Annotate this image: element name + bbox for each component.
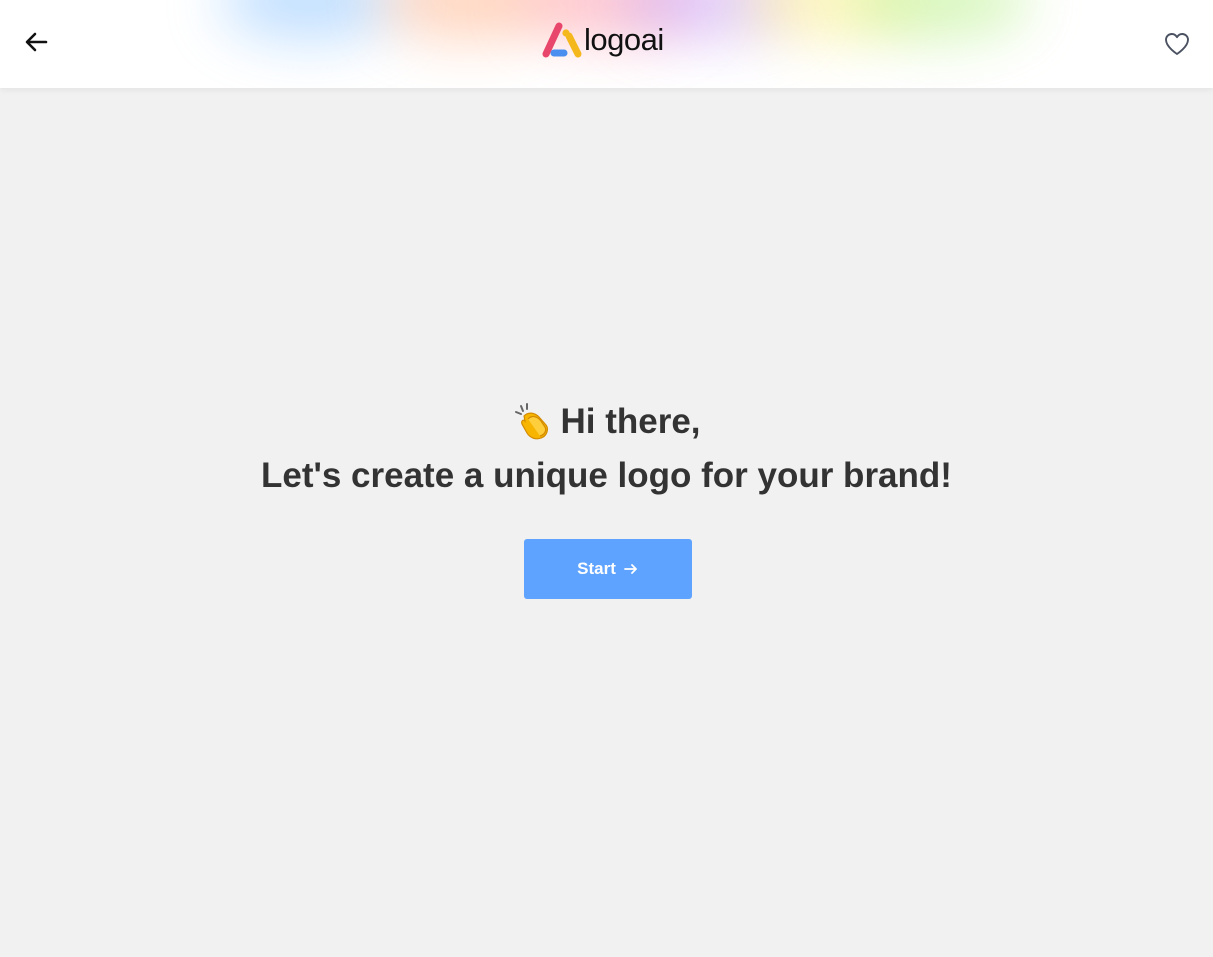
logo-wordmark: logoai: [584, 22, 664, 57]
start-button[interactable]: Start: [524, 539, 692, 599]
decorative-glow-blue: [220, 0, 400, 40]
heart-outline-icon: [1165, 33, 1189, 55]
favorites-button[interactable]: [1163, 30, 1191, 58]
arrow-left-icon: [25, 32, 48, 52]
greeting-line: Hi there,: [0, 396, 1213, 448]
arrow-right-icon: [623, 564, 637, 574]
logo[interactable]: logoai: [542, 20, 664, 60]
logo-mark-icon: [542, 22, 582, 58]
top-bar: logoai: [0, 0, 1213, 88]
headline: Let's create a unique logo for your bran…: [261, 456, 952, 495]
back-button[interactable]: [22, 28, 50, 56]
welcome-section: Hi there, Let's create a unique logo for…: [0, 396, 1213, 504]
start-button-label: Start: [577, 559, 616, 578]
clapping-hands-icon: [515, 403, 549, 440]
greeting-text: Hi there,: [560, 402, 701, 441]
